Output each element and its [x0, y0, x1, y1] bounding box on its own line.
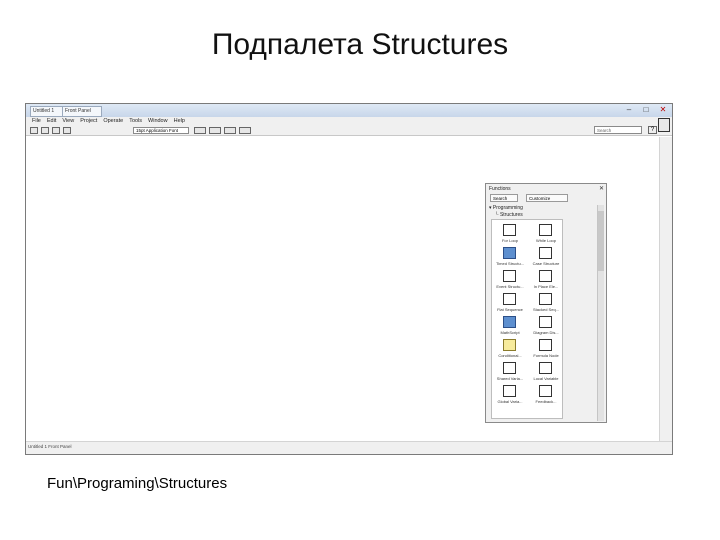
- palette-item[interactable]: Event Structu...: [492, 269, 528, 292]
- global-variable-icon: [503, 385, 516, 397]
- palette-item[interactable]: Timed Structu...: [492, 246, 528, 269]
- palette-item-label: Conditional...: [498, 353, 522, 358]
- reorder-icon[interactable]: [239, 127, 251, 134]
- palette-item[interactable]: Formula Node: [528, 338, 562, 361]
- menu-edit[interactable]: Edit: [47, 117, 56, 126]
- status-text: Untitled 1 Front Panel: [28, 444, 72, 449]
- palette-item[interactable]: Stacked Seq...: [528, 292, 562, 315]
- palette-item-label: Global Varia...: [497, 399, 523, 404]
- align-objects-icon[interactable]: [194, 127, 206, 134]
- formula-node-icon: [539, 339, 552, 351]
- menu-tools[interactable]: Tools: [129, 117, 142, 126]
- pause-icon[interactable]: [63, 127, 71, 134]
- toolbar: 15pt Application Font: [26, 126, 672, 136]
- distribute-objects-icon[interactable]: [209, 127, 221, 134]
- palette-item-label: Event Structu...: [496, 284, 524, 289]
- palette-tree-programming[interactable]: ▾ Programming: [489, 205, 523, 211]
- resize-objects-icon[interactable]: [224, 127, 236, 134]
- for-loop-icon: [503, 224, 516, 236]
- slide-title: Подпалета Structures: [211, 28, 509, 61]
- run-arrow-icon[interactable]: [30, 127, 38, 134]
- run-continuously-icon[interactable]: [41, 127, 49, 134]
- menu-operate[interactable]: Operate: [103, 117, 123, 126]
- palette-item[interactable]: Case Structure: [528, 246, 562, 269]
- palette-item[interactable]: MathScript: [492, 315, 528, 338]
- minimize-icon[interactable]: –: [622, 105, 636, 115]
- title-bar: Untitled 1 Front Panel – □ ✕: [26, 104, 672, 117]
- palette-item[interactable]: Diagram Dis...: [528, 315, 562, 338]
- menu-bar: File Edit View Project Operate Tools Win…: [26, 117, 672, 126]
- menu-file[interactable]: File: [32, 117, 41, 126]
- palette-item[interactable]: Shared Varia...: [492, 361, 528, 384]
- flat-sequence-icon: [503, 293, 516, 305]
- palette-item-label: Shared Varia...: [496, 376, 524, 381]
- while-loop-icon: [539, 224, 552, 236]
- status-bar: Untitled 1 Front Panel: [26, 441, 672, 454]
- menu-help[interactable]: Help: [174, 117, 185, 126]
- palette-item-label: For Loop: [501, 238, 518, 243]
- vertical-scrollbar[interactable]: [659, 137, 672, 442]
- palette-item[interactable]: For Loop: [492, 223, 528, 246]
- palette-item[interactable]: Conditional...: [492, 338, 528, 361]
- palette-item-label: Case Structure: [532, 261, 560, 266]
- palette-item[interactable]: In Place Ele...: [528, 269, 562, 292]
- case-structure-icon: [539, 247, 552, 259]
- palette-item[interactable]: Local Variable: [528, 361, 562, 384]
- shared-variable-icon: [503, 362, 516, 374]
- palette-scroll-thumb[interactable]: [598, 211, 604, 271]
- window-tab-panel[interactable]: Front Panel: [62, 106, 102, 117]
- palette-items-grid: For Loop While Loop Timed Structu... Case S…: [491, 219, 563, 419]
- mathscript-icon: [503, 316, 516, 328]
- palette-item[interactable]: Global Varia...: [492, 384, 528, 407]
- palette-item-label: Flat Sequence: [497, 307, 523, 312]
- stacked-sequence-icon: [539, 293, 552, 305]
- abort-icon[interactable]: [52, 127, 60, 134]
- palette-item-label: In Place Ele...: [533, 284, 559, 289]
- palette-item-label: Formula Node: [533, 353, 559, 358]
- help-icon[interactable]: ?: [648, 126, 657, 134]
- palette-item[interactable]: Flat Sequence: [492, 292, 528, 315]
- menu-view[interactable]: View: [62, 117, 74, 126]
- event-structure-icon: [503, 270, 516, 282]
- vi-icon: [658, 118, 670, 132]
- conditional-disable-icon: [503, 339, 516, 351]
- palette-item[interactable]: While Loop: [528, 223, 562, 246]
- maximize-icon[interactable]: □: [639, 105, 653, 115]
- palette-search-button[interactable]: Search: [490, 194, 518, 202]
- local-variable-icon: [539, 362, 552, 374]
- search-input[interactable]: Search: [594, 126, 642, 134]
- palette-item-label: Diagram Dis...: [533, 330, 559, 335]
- palette-item-label: Local Variable: [533, 376, 559, 381]
- menu-window[interactable]: Window: [148, 117, 168, 126]
- palette-tree-label: Programming: [492, 205, 523, 211]
- window-tab-vi[interactable]: Untitled 1: [30, 106, 64, 117]
- palette-item-label: Stacked Seq...: [532, 307, 559, 312]
- menu-project[interactable]: Project: [80, 117, 97, 126]
- timed-structure-icon: [503, 247, 516, 259]
- feedback-node-icon: [539, 385, 552, 397]
- path-caption: Fun\Programing\Structures: [47, 475, 228, 492]
- palette-tree-structures[interactable]: └ Structures: [495, 212, 523, 218]
- in-place-element-icon: [539, 270, 552, 282]
- palette-close-icon[interactable]: ✕: [599, 185, 604, 192]
- palette-scrollbar[interactable]: [597, 205, 604, 421]
- palette-customize-button[interactable]: Customize: [526, 194, 568, 202]
- palette-item-label: While Loop: [535, 238, 556, 243]
- palette-item-label: Feedback...: [535, 399, 557, 404]
- close-icon[interactable]: ✕: [656, 105, 670, 115]
- palette-item[interactable]: Feedback...: [528, 384, 562, 407]
- palette-item-label: MathScript: [500, 330, 520, 335]
- palette-tree-label: Structures: [499, 212, 523, 218]
- palette-title: Functions: [489, 186, 511, 192]
- functions-palette[interactable]: Functions ✕ Search Customize ▾ Programmi…: [485, 183, 607, 423]
- diagram-disable-icon: [539, 316, 552, 328]
- font-select[interactable]: 15pt Application Font: [133, 127, 189, 134]
- palette-item-label: Timed Structu...: [495, 261, 525, 266]
